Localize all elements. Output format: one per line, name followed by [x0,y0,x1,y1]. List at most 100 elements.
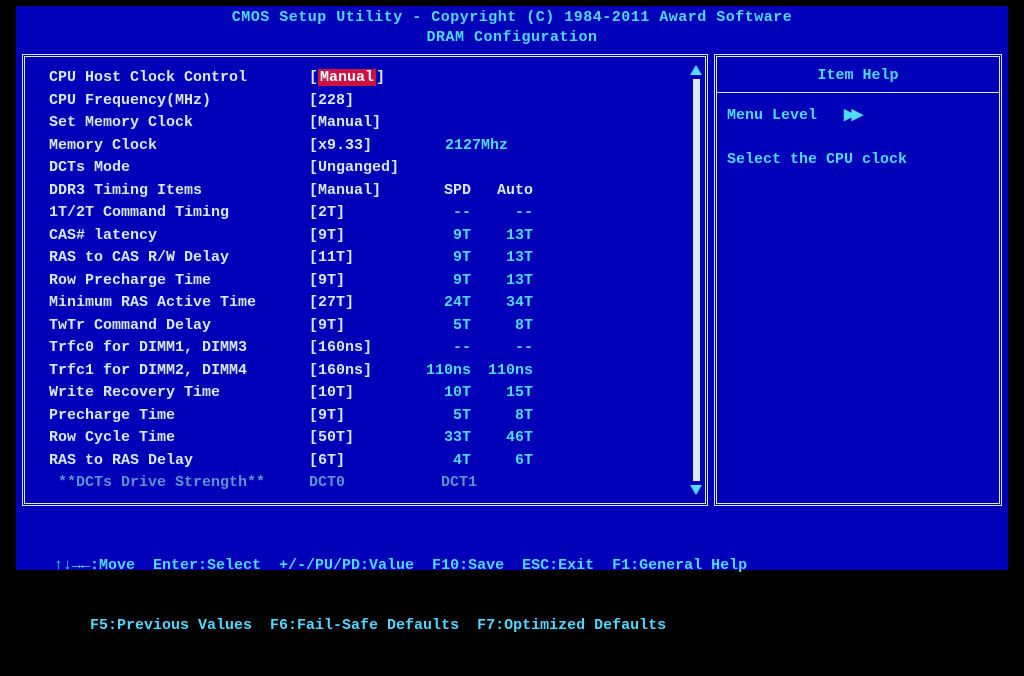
scrollbar[interactable] [691,65,701,495]
setting-label: Row Cycle Time [49,427,309,450]
spd-value [409,67,471,90]
auto-value: 110ns [471,360,533,383]
spd-value: 9T [409,270,471,293]
setting-row[interactable]: Memory Clock[x9.33] 2127Mhz [49,135,533,158]
main-row: CPU Host Clock Control[Manual]CPU Freque… [16,54,1008,506]
setting-label: CPU Host Clock Control [49,67,309,90]
spd-value: 10T [409,382,471,405]
setting-row[interactable]: Row Cycle Time[50T]33T46T [49,427,533,450]
setting-row[interactable]: CAS# latency[9T]9T13T [49,225,533,248]
header-title-1: CMOS Setup Utility - Copyright (C) 1984-… [16,8,1008,28]
setting-value[interactable]: [Manual] [309,180,409,203]
setting-label: DDR3 Timing Items [49,180,309,203]
auto-value: -- [471,202,533,225]
setting-value[interactable]: [6T] [309,450,409,473]
auto-value: 15T [471,382,533,405]
setting-label: Set Memory Clock [49,112,309,135]
auto-value [471,90,533,113]
setting-value[interactable]: [9T] [309,405,409,428]
help-description: Select the CPU clock [727,149,989,171]
setting-value[interactable]: [228] [309,90,409,113]
spd-value [409,157,471,180]
setting-row[interactable]: CPU Frequency(MHz)[228] [49,90,533,113]
setting-row[interactable]: Minimum RAS Active Time[27T]24T34T [49,292,533,315]
setting-value[interactable]: [160ns] [309,337,409,360]
setting-label: Minimum RAS Active Time [49,292,309,315]
scroll-track[interactable] [693,79,700,481]
setting-row[interactable]: Trfc1 for DIMM2, DIMM4[160ns]110ns110ns [49,360,533,383]
setting-row[interactable]: Precharge Time[9T]5T8T [49,405,533,428]
footer-line-1: ↑↓→←:Move Enter:Select +/-/PU/PD:Value F… [54,556,1008,576]
setting-value[interactable]: [10T] [309,382,409,405]
settings-panel: CPU Host Clock Control[Manual]CPU Freque… [22,54,708,506]
setting-label: Trfc0 for DIMM1, DIMM3 [49,337,309,360]
spd-value: 5T [409,315,471,338]
spd-value: 9T [409,247,471,270]
bios-screen: CMOS Setup Utility - Copyright (C) 1984-… [16,6,1008,570]
setting-label: Precharge Time [49,405,309,428]
scroll-down-icon[interactable] [690,485,702,495]
setting-row[interactable]: DDR3 Timing Items[Manual]SPDAuto [49,180,533,203]
auto-value: -- [471,337,533,360]
setting-value[interactable]: [x9.33] [309,135,409,158]
selected-value[interactable]: Manual [318,69,376,86]
setting-value[interactable]: [11T] [309,247,409,270]
setting-row[interactable]: RAS to CAS R/W Delay[11T]9T13T [49,247,533,270]
setting-value[interactable]: [Unganged] [309,157,409,180]
setting-row[interactable]: CPU Host Clock Control[Manual] [49,67,533,90]
setting-row-disabled: **DCTs Drive Strength**DCT0DCT1 [49,472,533,495]
spd-value: 5T [409,405,471,428]
spd-value: 24T [409,292,471,315]
dct1-label: DCT1 [409,472,509,495]
setting-row[interactable]: DCTs Mode[Unganged] [49,157,533,180]
computed-clock: 2127Mhz [445,135,508,158]
setting-row[interactable]: RAS to RAS Delay[6T]4T6T [49,450,533,473]
setting-label: **DCTs Drive Strength** [49,472,309,495]
help-title: Item Help [717,57,999,93]
setting-value[interactable]: [Manual] [309,67,409,90]
spd-value [409,112,471,135]
setting-row[interactable]: TwTr Command Delay[9T]5T8T [49,315,533,338]
auto-header: Auto [471,180,533,203]
auto-value: 13T [471,247,533,270]
setting-row[interactable]: Row Precharge Time[9T]9T13T [49,270,533,293]
spd-value: 110ns [409,360,471,383]
spd-value [409,90,471,113]
setting-row[interactable]: Set Memory Clock[Manual] [49,112,533,135]
auto-value: 6T [471,450,533,473]
help-body: Menu Level ▶▶ Select the CPU clock [717,93,999,183]
setting-label: CPU Frequency(MHz) [49,90,309,113]
setting-value[interactable]: [50T] [309,427,409,450]
settings-list[interactable]: CPU Host Clock Control[Manual]CPU Freque… [25,57,533,503]
setting-label: Trfc1 for DIMM2, DIMM4 [49,360,309,383]
auto-value: 8T [471,315,533,338]
setting-row[interactable]: 1T/2T Command Timing[2T]---- [49,202,533,225]
spd-value: 9T [409,225,471,248]
setting-value[interactable]: [27T] [309,292,409,315]
setting-label: RAS to RAS Delay [49,450,309,473]
spd-value: -- [409,337,471,360]
setting-label: Row Precharge Time [49,270,309,293]
setting-row[interactable]: Trfc0 for DIMM1, DIMM3[160ns]---- [49,337,533,360]
auto-value: 13T [471,225,533,248]
footer: ↑↓→←:Move Enter:Select +/-/PU/PD:Value F… [16,506,1008,676]
setting-label: Memory Clock [49,135,309,158]
spd-value: 33T [409,427,471,450]
setting-row[interactable]: Write Recovery Time[10T]10T15T [49,382,533,405]
setting-value[interactable]: [9T] [309,315,409,338]
scroll-up-icon[interactable] [690,65,702,75]
setting-value[interactable]: [Manual] [309,112,409,135]
setting-value[interactable]: [9T] [309,225,409,248]
header-title-2: DRAM Configuration [16,28,1008,48]
dct0-label: DCT0 [309,472,409,495]
setting-value[interactable]: [2T] [309,202,409,225]
setting-label: TwTr Command Delay [49,315,309,338]
auto-value [471,112,533,135]
auto-value [471,157,533,180]
auto-value: 34T [471,292,533,315]
setting-value[interactable]: [160ns] [309,360,409,383]
spd-header: SPD [409,180,471,203]
setting-label: 1T/2T Command Timing [49,202,309,225]
setting-value[interactable]: [9T] [309,270,409,293]
spd-value: 4T [409,450,471,473]
